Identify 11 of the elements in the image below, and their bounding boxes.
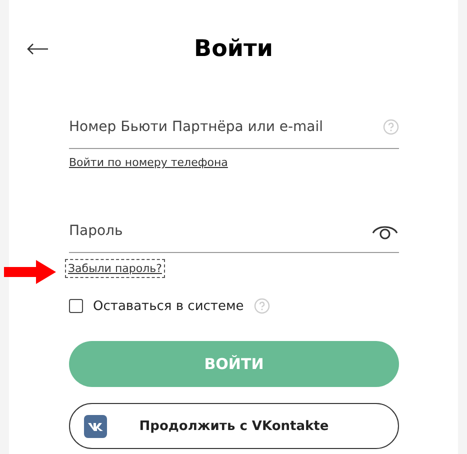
arrow-icon	[4, 260, 56, 284]
phone-login-link[interactable]: Войти по номеру телефона	[69, 156, 228, 169]
password-field[interactable]: Пароль	[69, 223, 371, 239]
checkbox[interactable]	[69, 299, 83, 313]
vk-login-button[interactable]: Продолжить с VKontakte	[69, 403, 399, 449]
logo-icon	[84, 414, 107, 438]
forgot-password-link[interactable]: Забыли пароль?	[65, 259, 165, 278]
back-arrow-icon[interactable]	[27, 43, 49, 55]
remember-label: Оставаться в системе	[93, 298, 244, 314]
login-field[interactable]: Номер Бьюти Партнёра или e-mail	[69, 119, 383, 135]
page-title: Войти	[194, 36, 273, 62]
